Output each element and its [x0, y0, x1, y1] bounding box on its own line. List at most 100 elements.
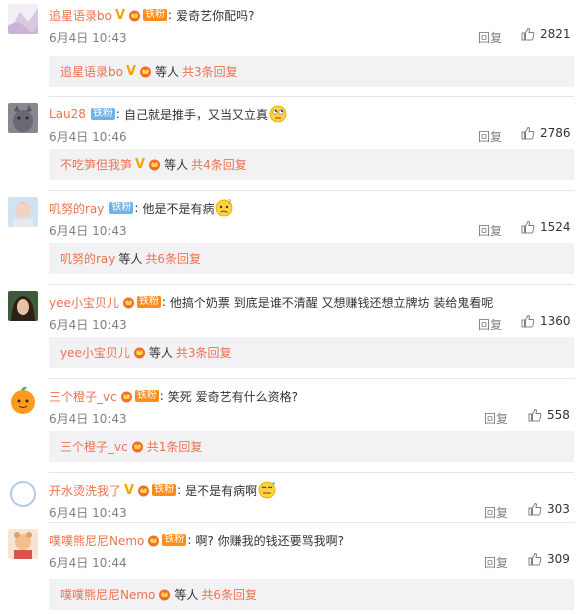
- sub-reply-summary[interactable]: 噗噗熊尼尼Nemo 等人 共6条回复: [49, 579, 574, 610]
- sub-reply-user[interactable]: 噗噗熊尼尼Nemo: [60, 586, 155, 603]
- sub-reply-summary[interactable]: 叽努的ray 等人 共6条回复: [49, 243, 574, 274]
- like-count: 558: [547, 408, 570, 422]
- comment-time: 6月4日 10:46: [49, 130, 127, 144]
- colon: :: [115, 107, 120, 121]
- like-count: 2821: [540, 27, 571, 41]
- sub-reply-user[interactable]: 三个橙子_vc: [60, 438, 128, 455]
- vip-crown-icon: [128, 9, 141, 22]
- comment-text: 是不是有病啊: [185, 483, 258, 498]
- comment-text: 自己就是推手，又当又立真: [123, 107, 268, 122]
- avatar[interactable]: [8, 4, 38, 34]
- like-count: 303: [547, 502, 570, 516]
- thumbs-up-icon: [521, 220, 535, 234]
- comment-time: 6月4日 10:43: [49, 506, 127, 520]
- thumbs-up-icon: [521, 126, 535, 140]
- like-button[interactable]: 2821: [521, 27, 571, 41]
- comment-text: 他搞个奶票 到底是谁不清醒 又想赚钱还想立牌坊 装给鬼看呢: [169, 295, 494, 310]
- comment-time: 6月4日 10:43: [49, 412, 127, 426]
- reply-button[interactable]: 回复: [478, 29, 502, 46]
- comment-time: 6月4日 10:43: [49, 31, 127, 45]
- vip-crown-icon: [131, 440, 144, 453]
- eye-roll-emoji: [269, 105, 287, 123]
- vip-crown-icon: [147, 534, 160, 547]
- doh-emoji: [258, 481, 276, 499]
- avatar[interactable]: [8, 103, 38, 133]
- fan-badge: 铁粉: [162, 534, 187, 546]
- reply-button[interactable]: 回复: [484, 410, 508, 427]
- vip-crown-icon: [120, 390, 133, 403]
- like-count: 1360: [540, 314, 571, 328]
- sub-reply-etc: 等人: [118, 252, 143, 266]
- sub-reply-user[interactable]: 追星语录bo: [60, 63, 123, 80]
- reply-button[interactable]: 回复: [484, 504, 508, 521]
- sub-reply-total[interactable]: 共4条回复: [191, 156, 247, 173]
- reply-button[interactable]: 回复: [478, 128, 502, 145]
- svg-text:?: ?: [228, 199, 231, 206]
- avatar[interactable]: [8, 479, 38, 509]
- colon: :: [161, 295, 166, 309]
- comment-time: 6月4日 10:43: [49, 224, 127, 238]
- sub-reply-total[interactable]: 共3条回复: [176, 344, 232, 361]
- comment-username[interactable]: 开水烫洗我了: [49, 482, 121, 499]
- verified-badge: V: [135, 157, 146, 172]
- sub-reply-user[interactable]: 叽努的ray: [60, 250, 115, 267]
- sub-reply-etc: 等人: [148, 346, 173, 360]
- like-button[interactable]: 558: [528, 408, 570, 422]
- sub-reply-summary[interactable]: 追星语录bo V 等人 共3条回复: [49, 56, 574, 87]
- sub-reply-etc: 等人: [155, 65, 180, 79]
- comment-text: 啊? 你赚我的钱还要骂我啊?: [195, 533, 345, 548]
- sub-reply-total[interactable]: 共6条回复: [145, 250, 201, 267]
- sub-reply-user[interactable]: yee小宝贝儿: [60, 344, 130, 361]
- vip-crown-icon: [122, 296, 135, 309]
- avatar[interactable]: [8, 529, 38, 559]
- like-button[interactable]: 2786: [521, 126, 571, 140]
- avatar[interactable]: [8, 385, 38, 415]
- sub-reply-total[interactable]: 共6条回复: [201, 586, 257, 603]
- vip-crown-icon: [139, 65, 152, 78]
- divider: [49, 472, 574, 473]
- colon: :: [187, 533, 192, 547]
- comment-username[interactable]: 追星语录bo: [49, 7, 112, 24]
- sub-reply-etc: 等人: [174, 588, 199, 602]
- like-button[interactable]: 309: [528, 552, 570, 566]
- vip-crown-icon: [133, 346, 146, 359]
- fan-badge: 铁粉: [152, 484, 177, 496]
- divider: [49, 378, 574, 379]
- sub-reply-total[interactable]: 共1条回复: [147, 438, 203, 455]
- avatar[interactable]: [8, 197, 38, 227]
- thumbs-up-icon: [521, 27, 535, 41]
- fan-badge: 铁粉: [134, 390, 159, 402]
- vip-crown-icon: [158, 588, 171, 601]
- comment-text: 他是不是有病: [142, 201, 215, 216]
- comment-username[interactable]: Lau28: [49, 107, 86, 121]
- comment-time: 6月4日 10:43: [49, 318, 127, 332]
- colon: :: [168, 8, 173, 22]
- thumbs-up-icon: [528, 408, 542, 422]
- like-count: 309: [547, 552, 570, 566]
- fan-badge: 铁粉: [136, 296, 161, 308]
- fan-badge: 铁粉: [109, 202, 134, 214]
- like-button[interactable]: 1524: [521, 220, 571, 234]
- sub-reply-summary[interactable]: 不吃笋但我笋 V 等人 共4条回复: [49, 149, 574, 180]
- fan-badge: 铁粉: [143, 9, 168, 21]
- verified-badge: V: [124, 482, 135, 498]
- thumbs-up-icon: [521, 314, 535, 328]
- reply-button[interactable]: 回复: [484, 554, 508, 571]
- comment-username[interactable]: 噗噗熊尼尼Nemo: [49, 532, 144, 549]
- comment-username[interactable]: 叽努的ray: [49, 200, 104, 217]
- sub-reply-total[interactable]: 共3条回复: [182, 63, 238, 80]
- like-button[interactable]: 1360: [521, 314, 571, 328]
- divider: [49, 522, 574, 523]
- sub-reply-summary[interactable]: 三个橙子_vc 共1条回复: [49, 431, 574, 462]
- comment-username[interactable]: yee小宝贝儿: [49, 294, 119, 311]
- reply-button[interactable]: 回复: [478, 316, 502, 333]
- reply-button[interactable]: 回复: [478, 222, 502, 239]
- like-count: 1524: [540, 220, 571, 234]
- comment-username[interactable]: 三个橙子_vc: [49, 388, 117, 405]
- like-button[interactable]: 303: [528, 502, 570, 516]
- avatar[interactable]: [8, 291, 38, 321]
- vip-crown-icon: [148, 158, 161, 171]
- sub-reply-user[interactable]: 不吃笋但我笋: [60, 156, 132, 173]
- comment-time: 6月4日 10:44: [49, 556, 127, 570]
- sub-reply-summary[interactable]: yee小宝贝儿 等人 共3条回复: [49, 337, 574, 368]
